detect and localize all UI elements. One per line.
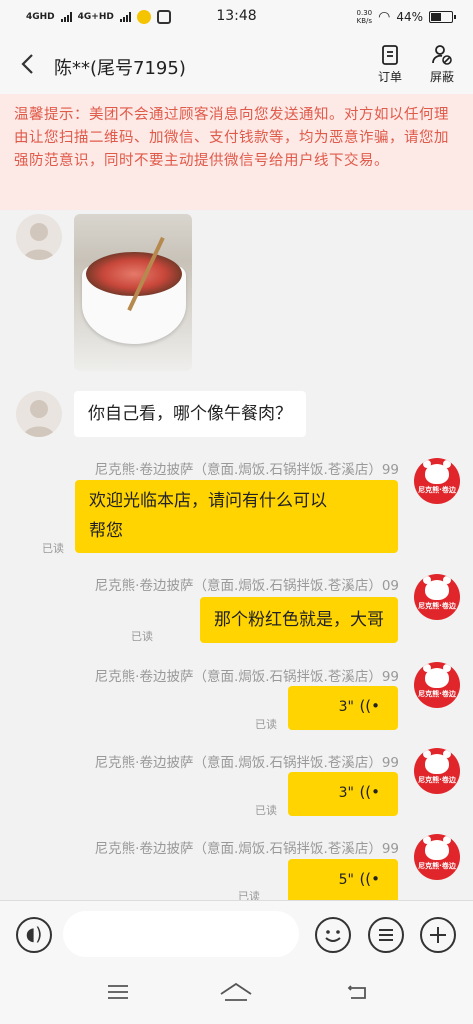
read-status: 已读 <box>131 630 153 643</box>
status-bar: 4GHD 4G+HD 13:48 0.30 KB/s ◠ 44% <box>0 0 473 36</box>
voice-message[interactable]: 3" ((• <box>288 772 398 816</box>
voice-duration: 3" <box>338 699 354 715</box>
more-button[interactable] <box>420 917 456 953</box>
voice-input-icon: ◖) <box>25 924 43 945</box>
shop-sender-name: 尼克熊·卷边披萨（意面.焗饭.石锅拌饭.苍溪店）09 <box>94 578 399 594</box>
shop-avatar-text: 尼克熊·卷边 <box>418 776 456 784</box>
menu-icon <box>108 985 128 999</box>
shop-message-bubble[interactable]: 欢迎光临本店，请问有什么可以 帮您 <box>75 480 398 553</box>
system-nav-bar <box>0 968 473 1024</box>
message-text-line: 欢迎光临本店，请问有什么可以 <box>89 491 327 511</box>
block-button[interactable]: 屏蔽 <box>422 44 462 85</box>
shop-avatar[interactable]: 尼克熊·卷边 <box>414 458 460 504</box>
shop-avatar[interactable]: 尼克熊·卷边 <box>414 574 460 620</box>
network-speed: 0.30 KB/s <box>357 9 373 25</box>
customer-avatar[interactable] <box>16 391 62 437</box>
shop-avatar-text: 尼克熊·卷边 <box>418 862 456 870</box>
voice-duration: 3" <box>338 785 354 801</box>
quick-reply-button[interactable] <box>368 917 404 953</box>
shop-sender-name: 尼克熊·卷边披萨（意面.焗饭.石锅拌饭.苍溪店）99 <box>94 841 399 857</box>
orders-label: 订单 <box>377 70 402 84</box>
shop-sender-name: 尼克熊·卷边披萨（意面.焗饭.石锅拌饭.苍溪店）99 <box>94 669 399 685</box>
voice-input-button[interactable]: ◖) <box>16 917 52 953</box>
message-input[interactable] <box>63 911 299 957</box>
network-speed-value: 0.30 <box>356 9 373 17</box>
shop-avatar-text: 尼克熊·卷边 <box>418 602 456 610</box>
voice-message[interactable]: 3" ((• <box>288 686 398 730</box>
read-status: 已读 <box>255 718 277 731</box>
back-nav-button[interactable] <box>340 982 376 1010</box>
bear-logo-icon <box>423 664 451 688</box>
block-label: 屏蔽 <box>429 70 454 84</box>
bear-logo-icon <box>423 836 451 860</box>
anti-fraud-warning: 温馨提示：美团不会通过顾客消息向您发送通知。对方如以任何理由让您扫描二维码、加微… <box>0 94 473 210</box>
bear-logo-icon <box>423 460 451 484</box>
shop-avatar[interactable]: 尼克熊·卷边 <box>414 748 460 794</box>
battery-icon <box>429 11 456 23</box>
shop-avatar-text: 尼克熊·卷边 <box>418 486 456 494</box>
home-icon <box>220 982 252 1001</box>
plus-icon <box>430 927 446 943</box>
message-input-bar: ◖) <box>0 900 473 968</box>
message-text-line: 帮您 <box>89 521 123 541</box>
bear-logo-icon <box>423 576 451 600</box>
message-list[interactable]: 你自己看，哪个像午餐肉？ 尼克熊·卷边披萨（意面.焗饭.石锅拌饭.苍溪店）99 … <box>0 210 473 900</box>
voice-message[interactable]: 5" ((• <box>288 859 398 900</box>
menu-nav-button[interactable] <box>100 982 136 1010</box>
voice-wave-icon: ((• <box>359 783 380 801</box>
emoji-button[interactable] <box>315 917 351 953</box>
list-icon <box>379 929 393 941</box>
document-icon <box>370 44 410 68</box>
shop-message-bubble[interactable]: 那个粉红色就是，大哥 <box>200 597 398 643</box>
read-status: 已读 <box>42 542 64 555</box>
chat-title: 陈**(尾号7195) <box>54 58 186 79</box>
network-speed-unit: KB/s <box>356 17 373 25</box>
back-button[interactable] <box>14 50 42 78</box>
shop-avatar[interactable]: 尼克熊·卷边 <box>414 834 460 880</box>
read-status: 已读 <box>255 804 277 817</box>
battery-percent: 44% <box>396 10 423 24</box>
shop-sender-name: 尼克熊·卷边披萨（意面.焗饭.石锅拌饭.苍溪店）99 <box>94 755 399 771</box>
customer-message-bubble[interactable]: 你自己看，哪个像午餐肉？ <box>74 391 306 437</box>
read-status: 已读 <box>238 890 260 900</box>
shop-sender-name: 尼克熊·卷边披萨（意面.焗饭.石锅拌饭.苍溪店）99 <box>94 462 399 478</box>
voice-duration: 5" <box>338 872 354 888</box>
bear-logo-icon <box>423 750 451 774</box>
home-nav-button[interactable] <box>218 982 254 1010</box>
status-right: 0.30 KB/s ◠ 44% <box>357 9 456 25</box>
food-shape <box>86 252 182 296</box>
wifi-icon: ◠ <box>378 9 391 25</box>
return-icon <box>347 985 366 999</box>
user-block-icon <box>422 44 462 68</box>
voice-wave-icon: ((• <box>359 870 380 888</box>
message-image[interactable] <box>74 214 192 371</box>
voice-wave-icon: ((• <box>359 697 380 715</box>
shop-avatar-text: 尼克熊·卷边 <box>418 690 456 698</box>
chat-header: 陈**(尾号7195) 订单 屏蔽 <box>0 36 473 94</box>
orders-button[interactable]: 订单 <box>370 44 410 85</box>
chevron-left-icon <box>21 54 33 74</box>
customer-avatar[interactable] <box>16 214 62 260</box>
shop-avatar[interactable]: 尼克熊·卷边 <box>414 662 460 708</box>
emoji-icon <box>325 930 341 942</box>
